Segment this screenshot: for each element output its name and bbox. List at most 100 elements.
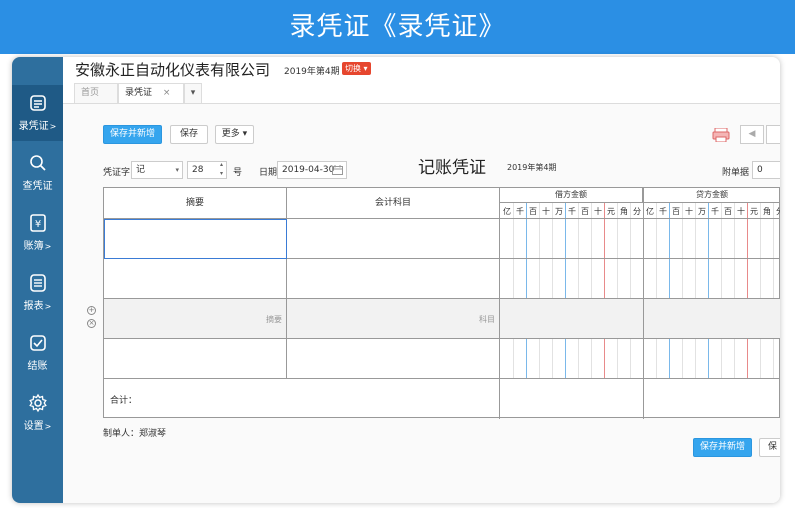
digit-grid-line — [565, 203, 566, 379]
credit-column-header: 贷方金额 — [643, 188, 780, 203]
sidebar-item-settings[interactable]: 设置> — [12, 385, 63, 441]
digit-grid-line — [578, 203, 579, 379]
summary-cell-row-4[interactable] — [104, 339, 287, 379]
digit-header: 分 — [776, 206, 780, 217]
chevron-right-icon: > — [44, 422, 52, 431]
digit-header: 十 — [737, 207, 745, 216]
attachments-label: 附单据 — [722, 168, 750, 178]
voucher-entry-icon — [29, 95, 46, 111]
voucher-period: 2019年第4期 — [507, 163, 557, 172]
digit-grid-line — [604, 203, 605, 379]
voucher-number-stepper[interactable]: 28 ▴ ▾ — [187, 161, 227, 179]
digit-header: 元 — [607, 207, 615, 216]
report-icon — [29, 274, 46, 292]
account-cell-row-1[interactable] — [287, 219, 500, 259]
voucher-table: 摘要 会计科目 借方金额 贷方金额 亿千百十万千百十元角分亿千百十万千百十元角分… — [103, 187, 780, 419]
digit-header: 十 — [685, 207, 693, 216]
voucher-number-value: 28 — [192, 165, 204, 175]
sidebar-item-voucher-entry[interactable]: 录凭证> — [12, 85, 63, 141]
digit-header: 十 — [594, 207, 602, 216]
attachments-input[interactable]: 0 — [752, 161, 780, 179]
chevron-left-icon: ◀ — [748, 129, 756, 139]
caret-down-icon: ▾ — [242, 129, 248, 139]
switch-period-button[interactable]: 切换 ▾ — [342, 62, 371, 75]
remove-row-icon[interactable]: × — [87, 319, 96, 328]
more-label: 更多 — [221, 129, 240, 139]
chevron-right-icon: > — [44, 242, 52, 251]
digit-grid-line — [539, 203, 540, 379]
summary-cell-row-3[interactable]: 摘要 — [104, 299, 287, 339]
app-window: 录凭证> 查凭证 ¥ 账簿> 报表> 结账 设置> 安徽永正自动化仪表有限公司 … — [12, 57, 780, 503]
sidebar: 录凭证> 查凭证 ¥ 账簿> 报表> 结账 设置> — [12, 57, 63, 503]
date-value: 2019-04-30 — [282, 165, 335, 175]
debit-credit-separator — [643, 188, 644, 419]
debit-column-header: 借方金额 — [500, 188, 643, 203]
sidebar-item-ledger[interactable]: ¥ 账簿> — [12, 205, 63, 261]
tab-label: 录凭证 — [125, 88, 153, 98]
date-input[interactable]: 2019-04-30 — [277, 161, 347, 179]
switch-label: 切换 — [345, 64, 361, 73]
print-icon[interactable] — [712, 127, 730, 143]
digit-grid-line — [760, 203, 761, 379]
digit-header: 分 — [633, 207, 641, 216]
digit-header: 万 — [555, 207, 563, 216]
account-cell-row-2[interactable] — [287, 259, 500, 299]
voucher-title: 记账凭证 — [418, 158, 486, 178]
digit-grid-line — [708, 203, 709, 379]
more-button[interactable]: 更多 ▾ — [215, 125, 254, 144]
voucher-word-select[interactable]: 记 ▾ — [131, 161, 183, 179]
account-placeholder: 科目 — [479, 315, 495, 324]
digit-header: 十 — [542, 207, 550, 216]
tab-label: 首页 — [81, 88, 100, 98]
company-name: 安徽永正自动化仪表有限公司 — [75, 61, 271, 79]
digit-header: 百 — [724, 207, 732, 216]
footer-save-button[interactable]: 保 — [759, 438, 780, 457]
sidebar-item-checkout[interactable]: 结账 — [12, 325, 63, 381]
voucher-number-suffix: 号 — [233, 168, 243, 178]
digit-grid-line — [656, 203, 657, 379]
amount-cells-row-3[interactable] — [500, 299, 780, 339]
summary-cell-row-2[interactable] — [104, 259, 287, 299]
prev-voucher-button[interactable]: ◀ — [740, 125, 764, 144]
close-icon[interactable]: × — [163, 88, 171, 98]
digit-header: 百 — [672, 207, 680, 216]
tab-home[interactable]: 首页 — [74, 83, 118, 103]
digit-grid-line — [721, 203, 722, 379]
next-voucher-button[interactable] — [766, 125, 780, 144]
digit-grid-line — [617, 203, 618, 379]
digit-grid-line — [734, 203, 735, 379]
date-label: 日期 — [259, 168, 278, 178]
digit-header: 亿 — [646, 207, 654, 216]
tab-dropdown-button[interactable]: ▾ — [184, 83, 202, 103]
summary-placeholder: 摘要 — [266, 315, 282, 324]
calendar-icon[interactable] — [332, 165, 343, 175]
sidebar-item-reports[interactable]: 报表> — [12, 265, 63, 321]
save-button[interactable]: 保存 — [170, 125, 208, 144]
banner-title: 录凭证《录凭证》 — [289, 12, 506, 42]
sidebar-item-label: 录凭证 — [18, 121, 49, 132]
checkout-icon — [29, 335, 46, 351]
digit-header: 角 — [763, 207, 771, 216]
digit-grid-line — [526, 203, 527, 379]
digit-grid-line — [591, 203, 592, 379]
chevron-right-icon: > — [49, 122, 57, 131]
attachments-value: 0 — [757, 165, 763, 175]
summary-cell-row-1[interactable] — [104, 219, 287, 259]
account-column-header: 会计科目 — [287, 188, 500, 219]
voucher-maker: 制单人：郑淑琴 — [103, 429, 167, 439]
digit-header: 百 — [529, 207, 537, 216]
tab-voucher-entry[interactable]: 录凭证 × — [118, 83, 184, 103]
footer-save-and-new-button[interactable]: 保存并新增 — [693, 438, 752, 457]
account-cell-row-3[interactable]: 科目 — [287, 299, 500, 339]
stepper-arrows-icon[interactable]: ▴ ▾ — [220, 160, 223, 178]
gear-icon — [28, 393, 47, 413]
sidebar-item-label: 账簿 — [23, 241, 44, 252]
svg-text:¥: ¥ — [34, 219, 40, 230]
voucher-word-value: 记 — [136, 165, 146, 175]
sidebar-item-voucher-search[interactable]: 查凭证 — [12, 145, 63, 201]
digit-grid-line — [552, 203, 553, 379]
account-cell-row-4[interactable] — [287, 339, 500, 379]
digit-grid-line — [747, 203, 748, 379]
add-row-icon[interactable]: + — [87, 306, 96, 315]
save-and-new-button[interactable]: 保存并新增 — [103, 125, 162, 144]
